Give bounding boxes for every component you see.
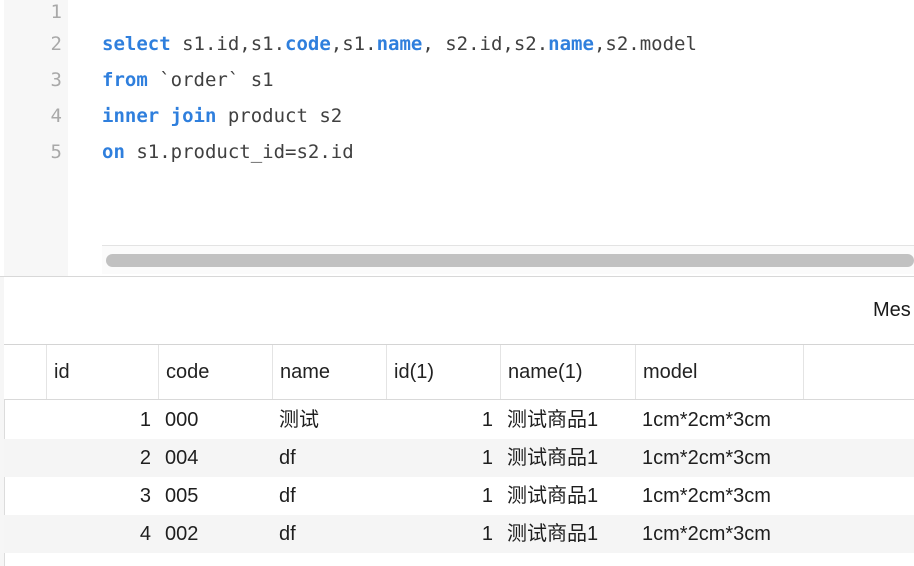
sql-keyword: inner join [102,105,217,127]
line-number: 5 [50,141,62,163]
table-cell[interactable]: 测试商品1 [500,477,635,515]
sql-text: s1.id,s1. [170,33,286,55]
sql-editor[interactable]: 12345 select s1.id,s1.code,s1.name, s2.i… [0,0,914,276]
line-number: 4 [50,105,62,127]
column-header[interactable]: id [46,345,158,399]
sql-text: s1.product_id=s2.id [124,141,354,163]
table-cell[interactable]: 1cm*2cm*3cm [635,515,803,553]
result-tab-bar: Mes [4,277,914,345]
sql-text: product s2 [216,105,343,127]
sql-text: `order` s1 [147,69,274,91]
table-cell[interactable]: df [272,439,386,477]
table-cell[interactable]: 测试商品1 [500,401,635,439]
table-cell[interactable]: 测试 [272,401,386,439]
code-line[interactable]: from `order` s1 [102,68,274,92]
table-cell[interactable]: 000 [158,401,272,439]
column-divider[interactable] [803,345,811,399]
grid-header-row: id code name id(1) name(1) model [4,345,914,400]
column-header[interactable]: name(1) [500,345,635,399]
column-header[interactable]: code [158,345,272,399]
table-cell[interactable]: 2 [46,439,158,477]
column-header[interactable]: id(1) [386,345,500,399]
table-cell[interactable]: 1cm*2cm*3cm [635,439,803,477]
table-cell[interactable]: df [272,515,386,553]
sql-keyword: name [376,33,423,55]
table-row[interactable]: 4 002 df 1 测试商品1 1cm*2cm*3cm [4,515,914,553]
table-cell[interactable]: 1 [386,401,500,439]
result-grid[interactable]: id code name id(1) name(1) model 1 000 测试 1 测试商品1… [4,345,914,566]
table-cell[interactable]: 002 [158,515,272,553]
table-cell[interactable]: df [272,477,386,515]
table-cell[interactable]: 测试商品1 [500,515,635,553]
code-line[interactable]: inner join product s2 [102,104,342,128]
table-row[interactable]: 2 004 df 1 测试商品1 1cm*2cm*3cm [4,439,914,477]
sql-text: ,s2.model [593,33,697,55]
table-cell[interactable]: 3 [46,477,158,515]
sql-keyword: on [102,141,125,163]
sql-text: , s2.id,s2. [422,33,549,55]
table-row[interactable]: 1 000 测试 1 测试商品1 1cm*2cm*3cm [4,401,914,439]
table-row[interactable]: 3 005 df 1 测试商品1 1cm*2cm*3cm [4,477,914,515]
sql-keyword: select [102,33,171,55]
table-cell[interactable]: 1 [386,515,500,553]
code-line[interactable]: on s1.product_id=s2.id [102,140,354,164]
scrollbar-thumb[interactable] [106,254,914,267]
table-cell[interactable]: 1cm*2cm*3cm [635,477,803,515]
table-cell[interactable]: 005 [158,477,272,515]
line-number: 1 [50,1,62,23]
column-header[interactable]: name [272,345,386,399]
table-cell[interactable]: 1 [46,401,158,439]
table-cell[interactable]: 测试商品1 [500,439,635,477]
editor-horizontal-scrollbar[interactable] [102,245,914,274]
sql-keyword: name [548,33,594,55]
column-header[interactable]: model [635,345,803,399]
line-number: 3 [50,69,62,91]
table-cell[interactable]: 004 [158,439,272,477]
sql-keyword: code [285,33,331,55]
line-number: 2 [50,33,62,55]
message-tab[interactable]: Mes [873,299,911,322]
table-cell[interactable]: 1cm*2cm*3cm [635,401,803,439]
sql-text: ,s1. [330,33,377,55]
table-cell[interactable]: 1 [386,477,500,515]
code-line[interactable]: select s1.id,s1.code,s1.name, s2.id,s2.n… [102,32,697,56]
table-cell[interactable]: 1 [386,439,500,477]
table-cell[interactable]: 4 [46,515,158,553]
sql-keyword: from [102,69,148,91]
